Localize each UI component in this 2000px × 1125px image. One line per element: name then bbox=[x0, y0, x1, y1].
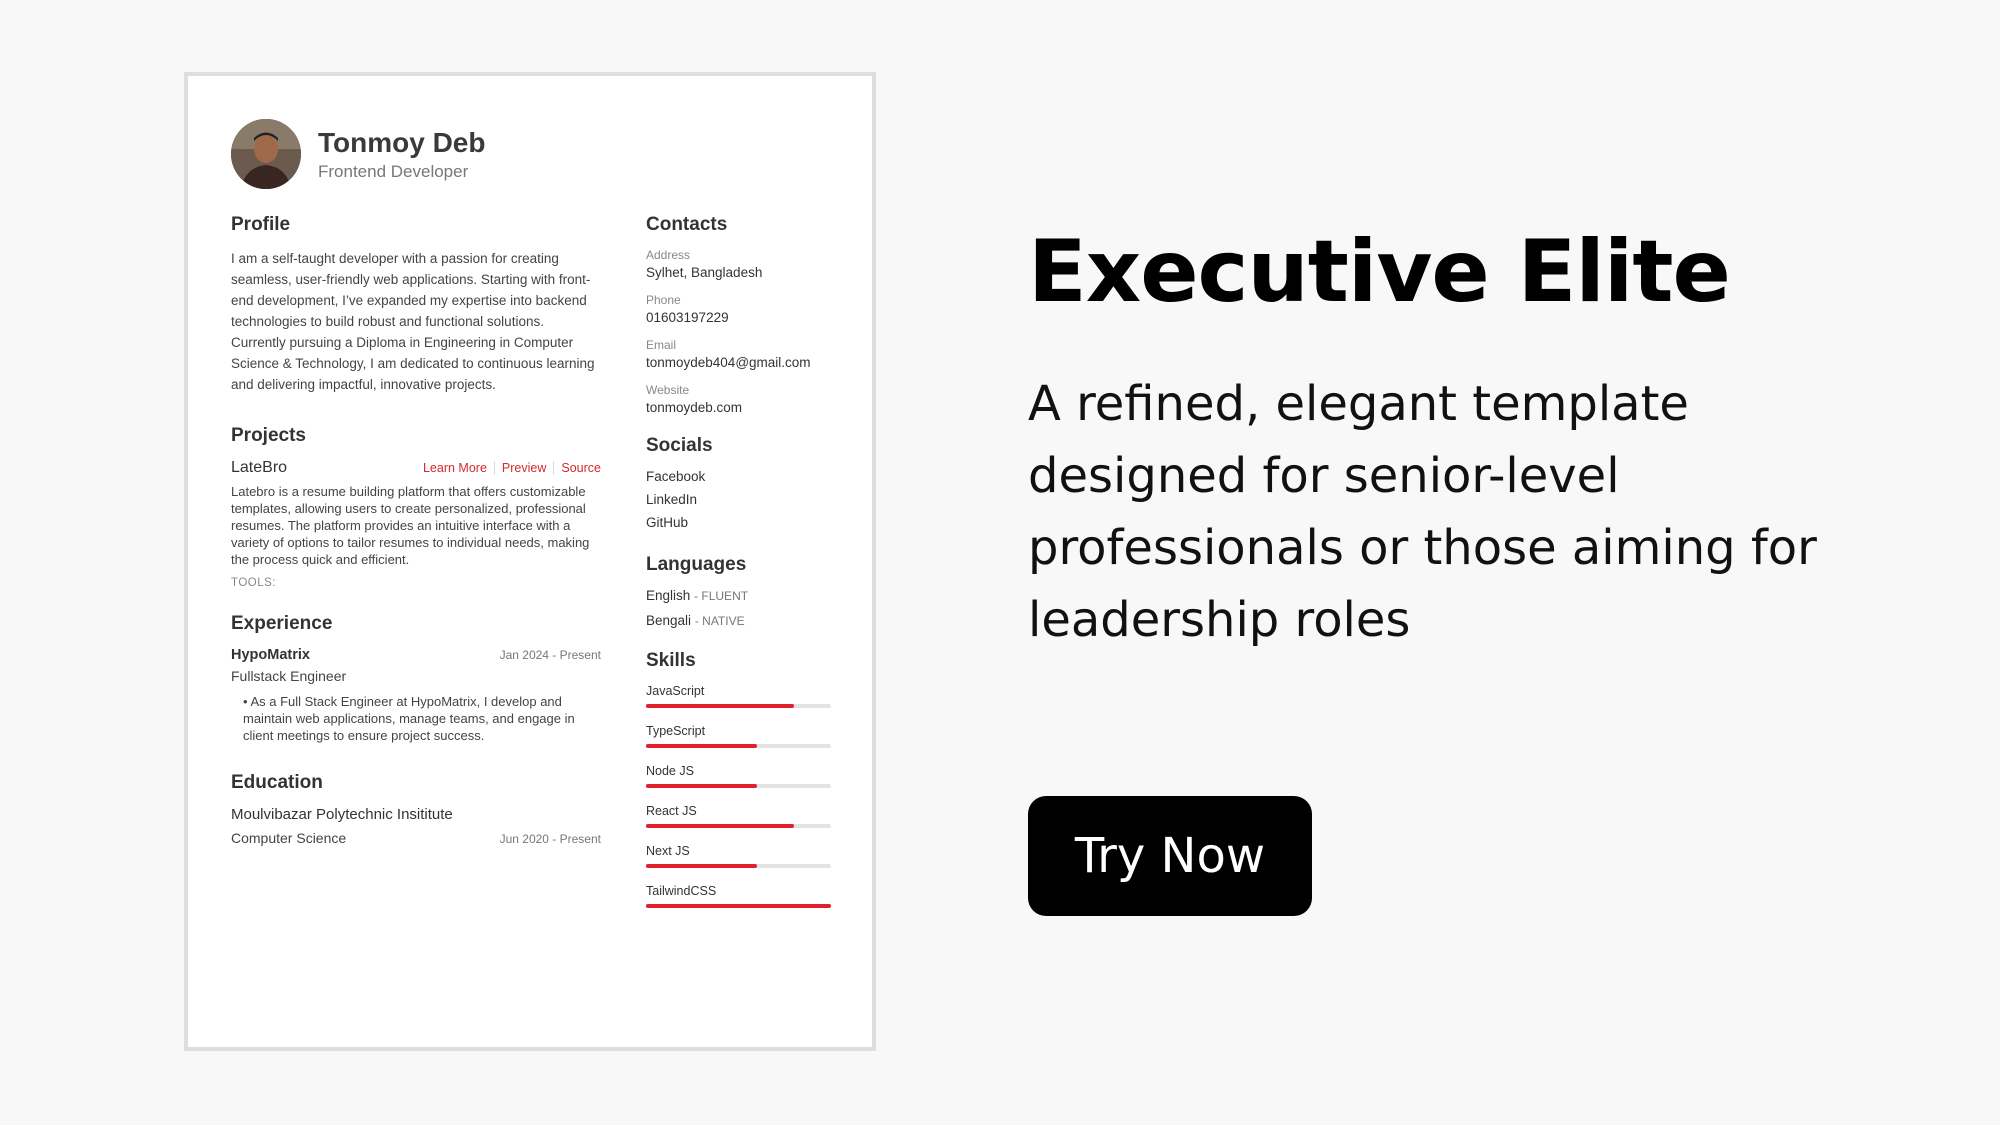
social-github-link[interactable]: GitHub bbox=[646, 515, 836, 530]
preview-link[interactable]: Preview bbox=[493, 461, 553, 475]
contact-label: Phone bbox=[646, 293, 681, 307]
skill-bar-track bbox=[646, 784, 831, 788]
name-block: Tonmoy Deb Frontend Developer bbox=[318, 126, 485, 182]
experience-company: HypoMatrix bbox=[231, 647, 310, 663]
learn-more-link[interactable]: Learn More bbox=[416, 461, 494, 475]
skill-bar-fill bbox=[646, 744, 757, 748]
skill-item: Next JS bbox=[646, 844, 836, 868]
social-linkedin-link[interactable]: LinkedIn bbox=[646, 492, 836, 507]
resume-main-column: Profile I am a self-taught developer wit… bbox=[231, 214, 601, 846]
resume-name: Tonmoy Deb bbox=[318, 127, 486, 158]
source-link[interactable]: Source bbox=[553, 461, 601, 475]
project-name: LateBro bbox=[231, 459, 288, 476]
skill-name: TypeScript bbox=[646, 724, 706, 738]
language-name: English bbox=[646, 588, 691, 603]
experience-section: Experience HypoMatrix Jan 2024 - Present… bbox=[231, 613, 601, 744]
skill-bar-track bbox=[646, 744, 831, 748]
skill-bar-fill bbox=[646, 784, 757, 788]
skill-bar-track bbox=[646, 904, 831, 908]
education-item: Moulvibazar Polytechnic Insititute Compu… bbox=[231, 806, 601, 846]
contact-phone: 01603197229 bbox=[646, 310, 729, 325]
skill-bar-track bbox=[646, 864, 831, 868]
section-title: Languages bbox=[646, 554, 747, 575]
experience-bullet: • As a Full Stack Engineer at HypoMatrix… bbox=[243, 694, 575, 743]
social-facebook-link[interactable]: Facebook bbox=[646, 469, 836, 484]
languages-section: Languages English - FLUENT Bengali - NAT… bbox=[646, 554, 836, 628]
skill-item: JavaScript bbox=[646, 684, 836, 708]
section-title: Projects bbox=[231, 425, 306, 446]
education-section: Education Moulvibazar Polytechnic Insiti… bbox=[231, 772, 601, 846]
contact-website[interactable]: tonmoydeb.com bbox=[646, 400, 836, 415]
skill-bar-track bbox=[646, 824, 831, 828]
contact-label: Address bbox=[646, 248, 691, 262]
section-title: Contacts bbox=[646, 214, 728, 235]
experience-position: Fullstack Engineer bbox=[231, 668, 347, 684]
skill-name: Next JS bbox=[646, 844, 690, 858]
projects-section: Projects LateBro Learn More Preview Sour… bbox=[231, 425, 601, 589]
education-school: Moulvibazar Polytechnic Insititute bbox=[231, 806, 453, 823]
experience-bullet-text: As a Full Stack Engineer at HypoMatrix, … bbox=[243, 694, 575, 743]
avatar bbox=[231, 119, 301, 189]
skill-item: TailwindCSS bbox=[646, 884, 836, 908]
socials-section: Socials Facebook LinkedIn GitHub bbox=[646, 435, 836, 530]
project-tools-label: TOOLS: bbox=[231, 577, 276, 589]
education-date: Jun 2020 - Present bbox=[499, 832, 601, 846]
project-item: LateBro Learn More Preview Source Latebr… bbox=[231, 459, 601, 589]
section-title: Skills bbox=[646, 650, 696, 671]
contacts-section: Contacts Address Sylhet, Bangladesh Phon… bbox=[646, 214, 836, 415]
section-title: Education bbox=[231, 772, 323, 793]
resume-header: Tonmoy Deb Frontend Developer bbox=[231, 119, 485, 189]
resume-preview: Tonmoy Deb Frontend Developer Profile I … bbox=[184, 72, 876, 1051]
contact-label: Email bbox=[646, 338, 677, 352]
skill-bar-fill bbox=[646, 704, 794, 708]
project-links: Learn More Preview Source bbox=[416, 461, 601, 475]
skill-bar-fill bbox=[646, 824, 794, 828]
skill-name: TailwindCSS bbox=[646, 884, 717, 898]
skills-section: Skills JavaScript TypeScript Node JS React … bbox=[646, 650, 836, 908]
profile-section: Profile I am a self-taught developer wit… bbox=[231, 214, 601, 395]
section-title: Profile bbox=[231, 214, 291, 235]
language-level: FLUENT bbox=[701, 589, 749, 603]
skill-item: TypeScript bbox=[646, 724, 836, 748]
skill-item: React JS bbox=[646, 804, 836, 828]
try-now-button[interactable]: Try Now bbox=[1028, 796, 1312, 916]
contact-email[interactable]: tonmoydeb404@gmail.com bbox=[646, 355, 836, 370]
language-name: Bengali bbox=[646, 613, 692, 628]
resume-side-column: Contacts Address Sylhet, Bangladesh Phon… bbox=[646, 214, 836, 924]
skill-bar-track bbox=[646, 704, 831, 708]
skill-bar-fill bbox=[646, 904, 831, 908]
education-degree: Computer Science bbox=[231, 830, 347, 846]
hero-title: Executive Elite bbox=[1028, 222, 1731, 322]
contact-label: Website bbox=[646, 383, 690, 397]
experience-date: Jan 2024 - Present bbox=[499, 648, 601, 662]
hero-subtitle: A refined, elegant template designed for… bbox=[1028, 376, 1817, 648]
skill-name: Node JS bbox=[646, 764, 694, 778]
skill-name: React JS bbox=[646, 804, 697, 818]
language-item: Bengali - NATIVE bbox=[646, 613, 745, 628]
resume-role: Frontend Developer bbox=[318, 162, 469, 181]
skills-list: JavaScript TypeScript Node JS React JS Next … bbox=[646, 684, 836, 908]
language-item: English - FLUENT bbox=[646, 588, 749, 603]
skill-item: Node JS bbox=[646, 764, 836, 788]
project-description: Latebro is a resume building platform th… bbox=[231, 484, 590, 567]
contact-address: Sylhet, Bangladesh bbox=[646, 265, 763, 280]
skill-bar-fill bbox=[646, 864, 757, 868]
skill-name: JavaScript bbox=[646, 684, 705, 698]
section-title: Experience bbox=[231, 613, 333, 634]
section-title: Socials bbox=[646, 435, 713, 456]
profile-text: I am a self-taught developer with a pass… bbox=[231, 251, 595, 392]
experience-item: HypoMatrix Jan 2024 - Present Fullstack … bbox=[231, 647, 601, 744]
language-level: NATIVE bbox=[702, 614, 745, 628]
